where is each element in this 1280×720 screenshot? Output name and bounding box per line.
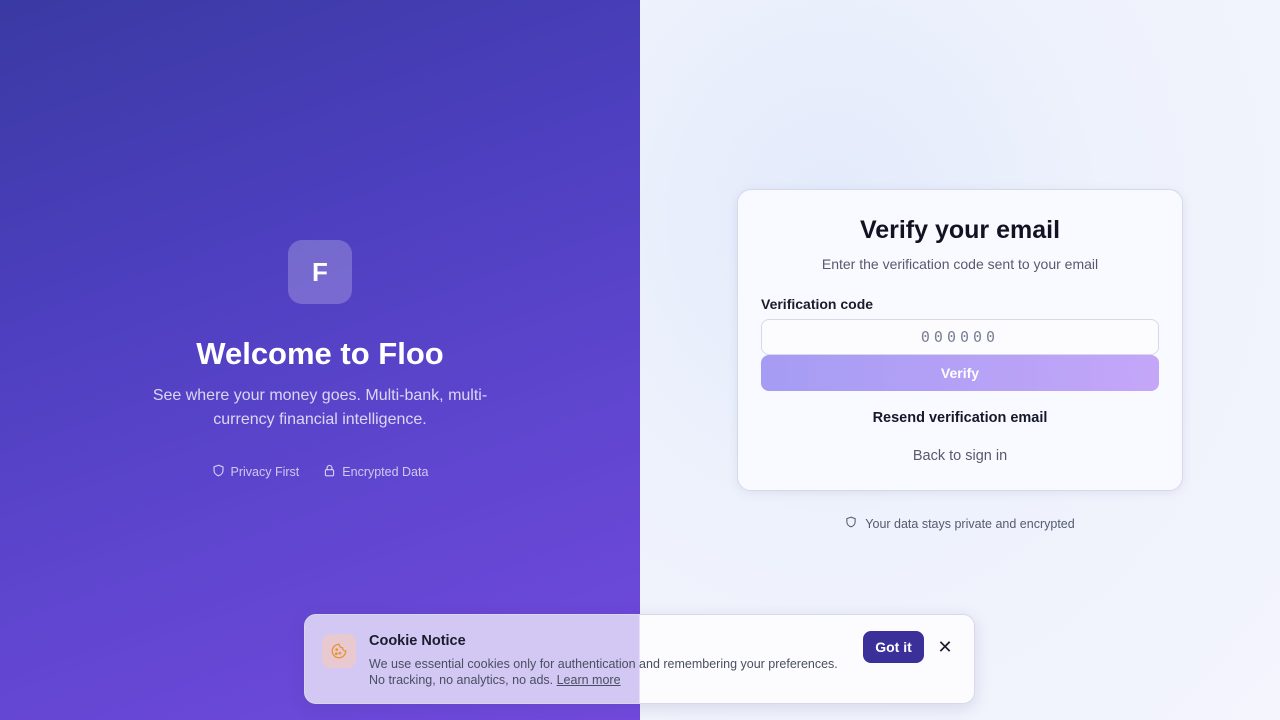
verify-email-card: Verify your email Enter the verification… (737, 189, 1183, 491)
resend-verification-button[interactable]: Resend verification email (738, 410, 1182, 426)
card-title: Verify your email (859, 216, 1061, 244)
accept-cookies-button[interactable]: Got it (863, 631, 924, 663)
privacy-note: Your data stays private and encrypted (640, 516, 1280, 531)
shield-icon (212, 464, 225, 480)
back-to-sign-in-link[interactable]: Back to sign in (738, 448, 1182, 464)
learn-more-link[interactable]: Learn more (557, 673, 621, 687)
feature-privacy: Privacy First (212, 464, 300, 480)
cookie-notice: Cookie Notice We use essential cookies o… (304, 614, 975, 704)
brand-panel: F Welcome to Floo See where your money g… (0, 0, 640, 720)
welcome-title: Welcome to Floo (196, 336, 444, 371)
welcome-subtitle: See where your money goes. Multi-bank, m… (152, 387, 488, 428)
cookie-title: Cookie Notice (369, 633, 466, 649)
cookie-text: We use essential cookies only for authen… (369, 656, 849, 688)
verify-button[interactable]: Verify (761, 355, 1159, 391)
feature-list: Privacy First Encrypted Data (0, 464, 640, 480)
shield-icon (845, 516, 857, 531)
privacy-note-text: Your data stays private and encrypted (865, 516, 1075, 531)
card-subtitle: Enter the verification code sent to your… (821, 256, 1099, 272)
app-logo: F (288, 240, 352, 304)
feature-encrypted: Encrypted Data (323, 464, 428, 480)
cookie-icon (322, 634, 356, 668)
lock-icon (323, 464, 336, 480)
verification-code-label: Verification code (761, 296, 874, 312)
feature-label: Encrypted Data (342, 465, 429, 479)
verification-code-input[interactable] (761, 319, 1159, 355)
close-icon[interactable]: ✕ (935, 637, 955, 657)
feature-label: Privacy First (230, 465, 300, 479)
